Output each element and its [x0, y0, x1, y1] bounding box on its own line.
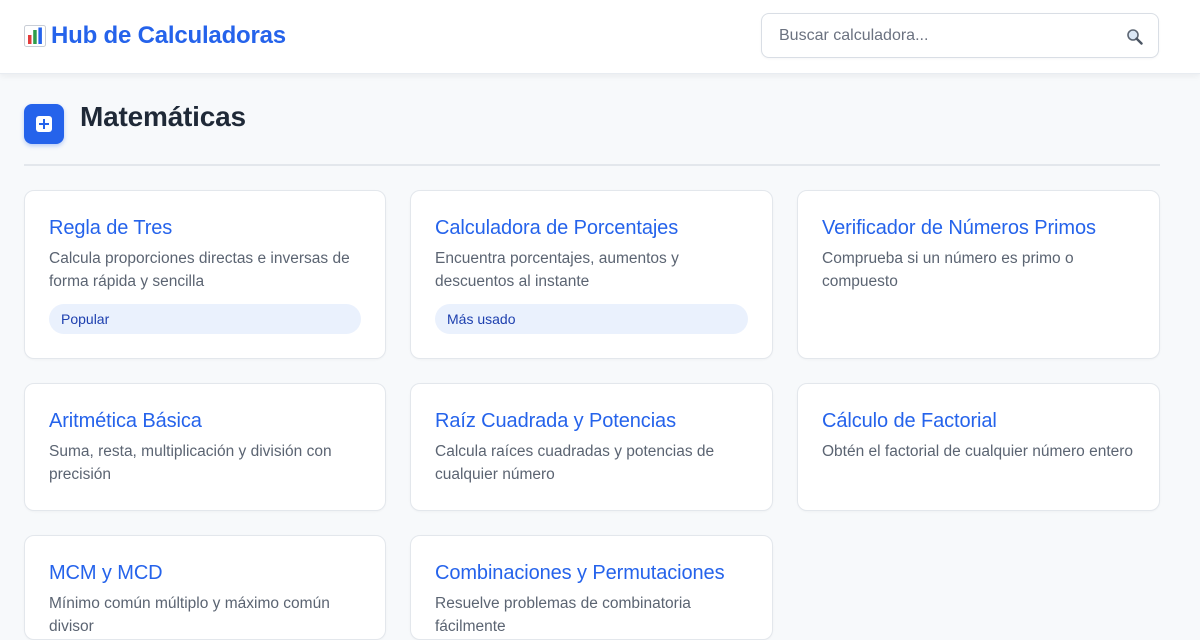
brand-link[interactable]: Hub de Calculadoras [24, 21, 286, 51]
card-description: Resuelve problemas de combinatoria fácil… [435, 595, 691, 635]
card-title: MCM y MCD [49, 562, 163, 584]
search-box [761, 13, 1159, 58]
bar-chart-icon [24, 25, 46, 47]
card-description: Comprueba si un número es primo o compue… [822, 250, 1074, 290]
calculator-card-factorial[interactable]: Cálculo de Factorial Obtén el factorial … [797, 383, 1160, 511]
calculator-card-porcentajes[interactable]: Calculadora de Porcentajes Encuentra por… [410, 190, 773, 359]
card-title: Regla de Tres [49, 217, 173, 239]
most-used-badge: Más usado [435, 304, 748, 334]
calculator-card-combinatoria[interactable]: Combinaciones y Permutaciones Resuelve p… [410, 535, 773, 640]
calculator-card-numeros-primos[interactable]: Verificador de Números Primos Comprueba … [797, 190, 1160, 359]
card-title: Verificador de Números Primos [822, 217, 1096, 239]
top-bar: Hub de Calculadoras [0, 0, 1200, 74]
card-title: Raíz Cuadrada y Potencias [435, 410, 676, 432]
card-description: Suma, resta, multiplicación y división c… [49, 443, 332, 483]
card-description: Calcula proporciones directas e inversas… [49, 250, 350, 290]
calculator-card-raiz-potencias[interactable]: Raíz Cuadrada y Potencias Calcula raíces… [410, 383, 773, 511]
card-title: Combinaciones y Permutaciones [435, 562, 725, 584]
popular-badge: Popular [49, 304, 361, 334]
calculator-card-regla-de-tres[interactable]: Regla de Tres Calcula proporciones direc… [24, 190, 386, 359]
card-description: Mínimo común múltiplo y máximo común div… [49, 595, 330, 635]
card-description: Obtén el factorial de cualquier número e… [822, 443, 1134, 460]
card-title: Cálculo de Factorial [822, 410, 997, 432]
search-icon[interactable] [1126, 28, 1143, 45]
calculator-card-mcm-mcd[interactable]: MCM y MCD Mínimo común múltiplo y máximo… [24, 535, 386, 640]
card-title: Aritmética Básica [49, 410, 202, 432]
category-title: Matemáticas [80, 101, 246, 132]
search-input[interactable] [762, 14, 1158, 57]
plus-square-icon [24, 104, 64, 144]
card-title: Calculadora de Porcentajes [435, 217, 679, 239]
card-description: Encuentra porcentajes, aumentos y descue… [435, 250, 679, 290]
category-header: Matemáticas [24, 100, 1160, 166]
card-description: Calcula raíces cuadradas y potencias de … [435, 443, 715, 483]
app-title: Hub de Calculadoras [51, 22, 286, 49]
calculator-card-aritmetica-basica[interactable]: Aritmética Básica Suma, resta, multiplic… [24, 383, 386, 511]
